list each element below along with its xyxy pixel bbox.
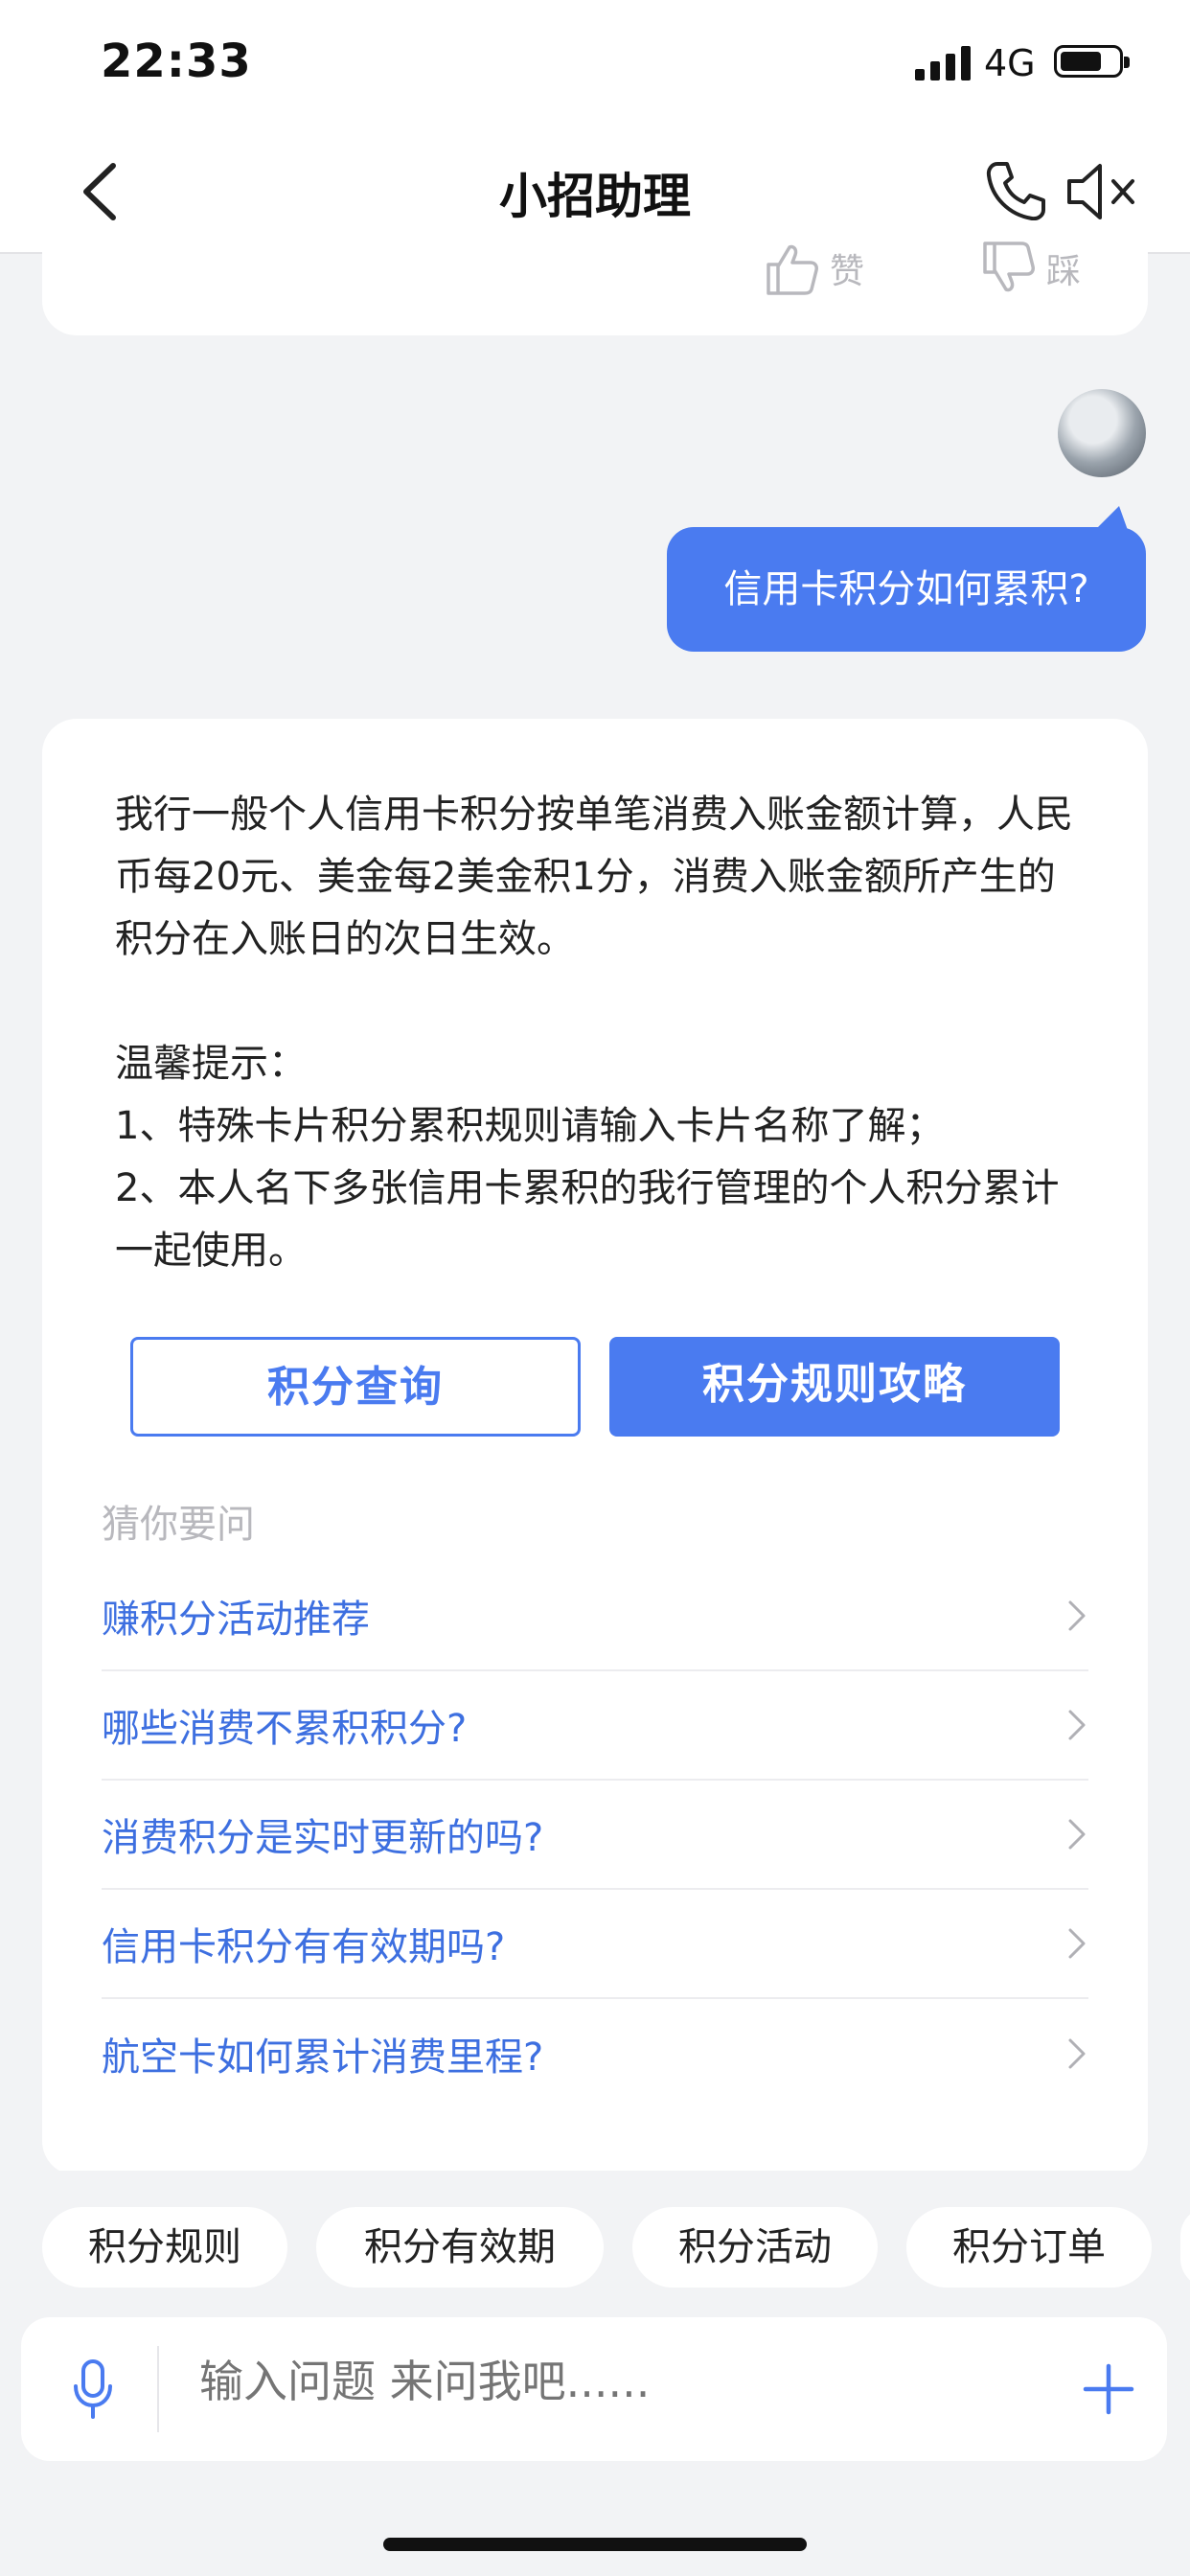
previous-answer-card: 赞 踩 [42, 220, 1148, 335]
suggested-question[interactable]: 赚积分活动推荐 [102, 1562, 1088, 1671]
answer-card: 我行一般个人信用卡积分按单笔消费入账金额计算，人民币每20元、美金每2美金积1分… [42, 719, 1148, 2175]
suggested-question-label: 消费积分是实时更新的吗? [102, 1816, 544, 1860]
tip-title: 温馨提示： [115, 1042, 307, 1086]
quick-tag[interactable]: 积分订单 [906, 2207, 1152, 2288]
quick-tag[interactable]: 积分有效期 [316, 2207, 604, 2288]
suggested-question[interactable]: 哪些消费不累积积分? [102, 1671, 1088, 1781]
chevron-right-icon [1068, 1600, 1086, 1631]
quick-tag[interactable]: 积分规则 [42, 2207, 287, 2288]
input-bar [21, 2317, 1167, 2461]
tip-item: 1、特殊卡片积分累积规则请输入卡片名称了解； [115, 1104, 945, 1148]
signal-icon [915, 46, 971, 80]
like-button[interactable]: 赞 [763, 240, 864, 297]
question-input[interactable] [199, 2356, 966, 2407]
answer-text: 我行一般个人信用卡积分按单笔消费入账金额计算，人民币每20元、美金每2美金积1分… [115, 784, 1083, 1282]
suggested-question[interactable]: 信用卡积分有有效期吗? [102, 1890, 1088, 1999]
suggested-questions-title: 猜你要问 [102, 1503, 255, 1547]
quick-tag[interactable]: 积分活动 [632, 2207, 878, 2288]
points-rules-guide-button[interactable]: 积分规则攻略 [609, 1337, 1060, 1437]
chevron-right-icon [1068, 1928, 1086, 1959]
suggested-question[interactable]: 消费积分是实时更新的吗? [102, 1781, 1088, 1890]
quick-tag-more[interactable] [1180, 2207, 1190, 2288]
suggested-question-label: 赚积分活动推荐 [102, 1598, 370, 1642]
chevron-right-icon [1068, 1710, 1086, 1740]
dislike-label: 踩 [1046, 252, 1082, 291]
microphone-icon[interactable] [71, 2358, 115, 2421]
suggested-question-label: 哪些消费不累积积分? [102, 1707, 468, 1751]
user-message-bubble: 信用卡积分如何累积? [667, 527, 1146, 652]
avatar[interactable] [1058, 389, 1146, 477]
chevron-right-icon [1068, 2038, 1086, 2069]
chevron-right-icon [1068, 1819, 1086, 1850]
suggested-question-label: 航空卡如何累计消费里程? [102, 2036, 544, 2080]
home-indicator [383, 2538, 807, 2551]
status-time: 22:33 [101, 34, 252, 88]
phone-icon[interactable] [982, 158, 1049, 225]
status-bar: 22:33 4G [0, 0, 1190, 129]
suggested-question[interactable]: 航空卡如何累计消费里程? [102, 1999, 1088, 2108]
plus-icon[interactable] [1083, 2363, 1134, 2415]
quick-tags-bar: 积分规则 积分有效期 积分活动 积分订单 [0, 2171, 1190, 2295]
thumbs-up-icon [767, 244, 818, 295]
network-type: 4G [984, 42, 1036, 84]
tip-item: 2、本人名下多张信用卡累积的我行管理的个人积分累计一起使用。 [115, 1166, 1060, 1273]
dislike-button[interactable]: 踩 [979, 240, 1081, 297]
answer-paragraph: 我行一般个人信用卡积分按单笔消费入账金额计算，人民币每20元、美金每2美金积1分… [115, 793, 1073, 961]
thumbs-down-icon [983, 242, 1035, 292]
like-label: 赞 [830, 252, 865, 291]
suggested-question-label: 信用卡积分有有效期吗? [102, 1925, 506, 1969]
divider [157, 2346, 159, 2432]
speaker-muted-icon[interactable] [1065, 162, 1138, 221]
battery-icon [1054, 45, 1130, 78]
suggested-questions-list: 赚积分活动推荐 哪些消费不累积积分? 消费积分是实时更新的吗? 信用卡积分有有效… [102, 1562, 1088, 2108]
points-query-button[interactable]: 积分查询 [130, 1337, 581, 1437]
